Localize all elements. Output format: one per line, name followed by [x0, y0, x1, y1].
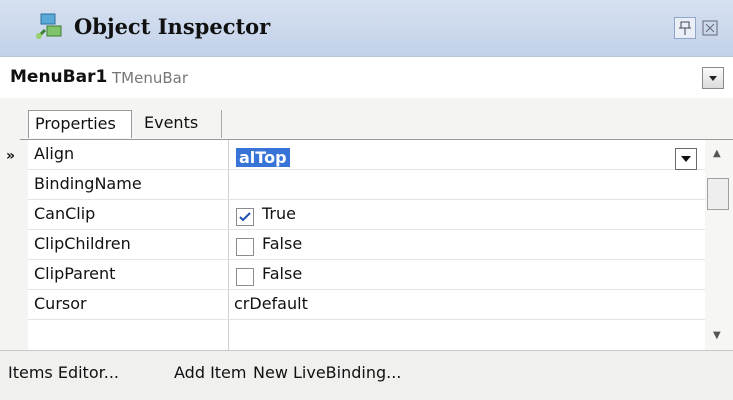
scrollbar-thumb[interactable]	[707, 178, 729, 210]
vertical-scrollbar[interactable]: ▲ ▼	[705, 140, 733, 350]
grid-gutter: »	[0, 140, 28, 350]
items-editor-link[interactable]: Items Editor...	[8, 363, 119, 382]
current-row-indicator-icon: »	[6, 148, 16, 164]
property-row-clipparent[interactable]: ClipParent	[28, 260, 705, 290]
property-name: BindingName	[34, 174, 142, 193]
scroll-up-arrow-icon[interactable]: ▲	[713, 148, 721, 159]
chevron-down-icon	[681, 156, 691, 162]
object-inspector-icon	[35, 13, 62, 40]
clipparent-checkbox[interactable]	[236, 268, 254, 286]
scroll-down-arrow-icon[interactable]: ▼	[713, 330, 721, 341]
title-bar: Object Inspector	[0, 0, 733, 56]
tab-events[interactable]: Events	[138, 110, 222, 138]
property-name: ClipChildren	[34, 234, 131, 253]
clipchildren-checkbox[interactable]	[236, 238, 254, 256]
checkmark-icon	[239, 212, 251, 222]
align-value-selected[interactable]: alTop	[236, 148, 290, 167]
clipchildren-value-label: False	[262, 234, 303, 253]
object-selector[interactable]: MenuBar1 TMenuBar	[0, 56, 733, 100]
add-item-link[interactable]: Add Item	[174, 363, 246, 382]
selected-object-type: TMenuBar	[112, 69, 188, 87]
property-row-canclip[interactable]: CanClip	[28, 200, 705, 230]
pin-icon[interactable]	[674, 17, 696, 39]
property-name: ClipParent	[34, 264, 116, 283]
property-row-align[interactable]: Align	[28, 140, 705, 170]
tab-properties[interactable]: Properties	[28, 110, 132, 138]
footer-action-bar: Items Editor... Add Item New LiveBinding…	[0, 350, 733, 400]
canclip-value-label: True	[262, 204, 296, 223]
property-name: CanClip	[34, 204, 96, 223]
chevron-down-icon	[709, 76, 717, 81]
row-divider	[28, 319, 705, 320]
object-selector-dropdown-button[interactable]	[702, 67, 724, 89]
property-grid[interactable]: » Align alTop BindingName CanClip True C…	[0, 140, 733, 350]
align-dropdown-button[interactable]	[675, 148, 697, 170]
property-name: Cursor	[34, 294, 87, 313]
property-row-bindingname[interactable]: BindingName	[28, 170, 705, 200]
tab-strip: Properties Events	[0, 98, 733, 140]
property-row-cursor[interactable]: Cursor crDefault	[28, 290, 705, 320]
close-icon[interactable]	[699, 17, 721, 39]
window-title: Object Inspector	[74, 14, 271, 39]
new-livebinding-link[interactable]: New LiveBinding...	[253, 363, 401, 382]
property-value[interactable]: crDefault	[234, 294, 308, 313]
property-row-clipchildren[interactable]: ClipChildren	[28, 230, 705, 260]
canclip-checkbox[interactable]	[236, 208, 254, 226]
clipparent-value-label: False	[262, 264, 303, 283]
property-name: Align	[34, 144, 75, 163]
selected-object-name: MenuBar1	[10, 67, 108, 87]
